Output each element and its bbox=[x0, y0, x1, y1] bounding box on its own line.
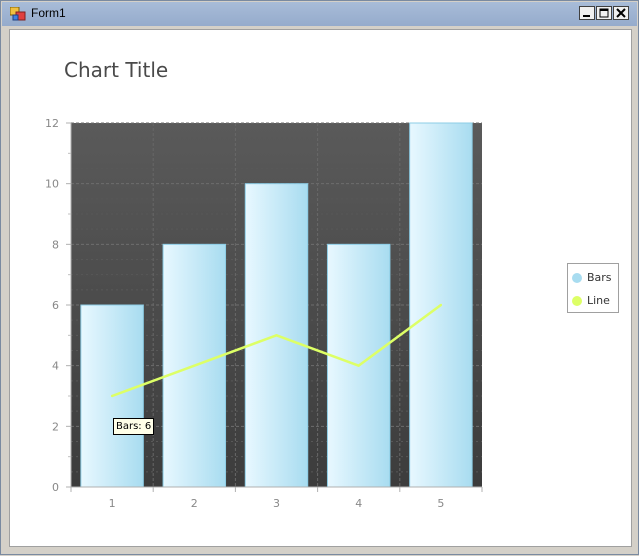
x-tick-label: 2 bbox=[191, 497, 198, 510]
x-tick-label: 5 bbox=[437, 497, 444, 510]
legend-label-bars: Bars bbox=[587, 271, 612, 284]
y-tick-label: 0 bbox=[52, 481, 59, 494]
legend-swatch-line bbox=[572, 295, 582, 306]
legend-label-line: Line bbox=[587, 294, 610, 307]
x-tick-label: 3 bbox=[273, 497, 280, 510]
data-tooltip: Bars: 6 bbox=[113, 418, 155, 435]
y-tick-label: 12 bbox=[45, 117, 59, 130]
line-point-4[interactable] bbox=[357, 364, 360, 367]
x-tick-label: 4 bbox=[355, 497, 362, 510]
chart-canvas: 0246810121 2 3 4 5 bbox=[45, 117, 483, 510]
line-point-3[interactable] bbox=[275, 334, 278, 337]
y-tick-label: 6 bbox=[52, 299, 59, 312]
y-tick-label: 10 bbox=[45, 178, 59, 191]
line-point-2[interactable] bbox=[193, 364, 196, 367]
y-tick-label: 8 bbox=[52, 238, 59, 251]
legend-item-line: Line bbox=[572, 294, 610, 307]
app-window: Form1 Chart Title 0 2 4 6 8 10 12 1 2 3 4 5 bbox=[0, 0, 639, 555]
x-tick-label: 1 bbox=[109, 497, 116, 510]
line-point-5[interactable] bbox=[439, 303, 443, 307]
legend-swatch-bars bbox=[572, 272, 582, 283]
line-point-1[interactable] bbox=[110, 394, 114, 398]
legend: Bars Line bbox=[567, 263, 619, 313]
y-tick-label: 2 bbox=[52, 420, 59, 433]
y-tick-label: 4 bbox=[52, 360, 59, 373]
legend-item-bars: Bars bbox=[572, 271, 612, 284]
